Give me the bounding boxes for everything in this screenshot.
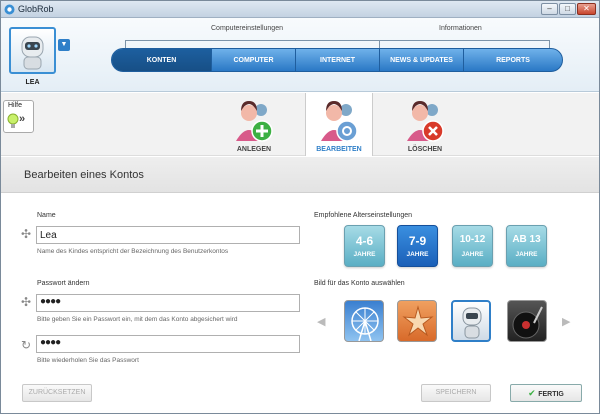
checkmark-icon: ✔ bbox=[528, 388, 539, 398]
picture-option[interactable] bbox=[397, 300, 437, 342]
refresh-icon: ↻ bbox=[21, 338, 32, 352]
prev-picture-button[interactable]: ◀ bbox=[317, 315, 325, 328]
done-button[interactable]: ✔ FERTIG bbox=[510, 384, 582, 402]
close-button[interactable]: ✕ bbox=[577, 3, 596, 15]
age-unit: JAHRE bbox=[461, 251, 484, 258]
title-bar[interactable]: GlobRob – □ ✕ bbox=[1, 1, 599, 18]
action-toolbar: Hilfe » ANLEGEN BEARBEITEN LÖSCHEN bbox=[1, 93, 599, 156]
password-hint: Bitte geben Sie ein Passwort ein, mit de… bbox=[37, 316, 238, 323]
bearbeiten-button[interactable]: BEARBEITEN bbox=[305, 93, 373, 156]
minimize-button[interactable]: – bbox=[541, 3, 558, 15]
lightbulb-icon bbox=[7, 113, 19, 128]
password-label: Passwort ändern bbox=[37, 280, 90, 287]
user-add-icon bbox=[236, 101, 273, 142]
expand-arrow-icon: » bbox=[19, 113, 26, 125]
avatar[interactable] bbox=[9, 27, 56, 74]
tab-internet[interactable]: INTERNET bbox=[296, 49, 380, 71]
age-option-4-6[interactable]: 4-6 JAHRE bbox=[344, 225, 385, 267]
age-range: 7-9 bbox=[408, 234, 427, 248]
section-header: Bearbeiten eines Kontos bbox=[1, 157, 599, 193]
name-label: Name bbox=[37, 212, 56, 219]
move-icon: ✣ bbox=[21, 227, 32, 241]
turntable-icon bbox=[512, 306, 543, 339]
picture-option[interactable] bbox=[507, 300, 547, 342]
robot-avatar-icon bbox=[21, 36, 44, 70]
loeschen-button[interactable]: LÖSCHEN bbox=[389, 97, 461, 156]
window-title: GlobRob bbox=[18, 4, 54, 14]
age-option-ab-13[interactable]: AB 13 JAHRE bbox=[506, 225, 547, 267]
starfish-icon bbox=[402, 305, 434, 337]
password-input[interactable]: ●●●● bbox=[36, 294, 300, 312]
tab-konten[interactable]: KONTEN bbox=[112, 49, 212, 71]
age-range: AB 13 bbox=[512, 234, 541, 245]
age-range: 4-6 bbox=[355, 234, 374, 248]
ferris-wheel-icon bbox=[351, 307, 379, 341]
nav-group-label: Computereinstellungen bbox=[211, 25, 283, 32]
name-input[interactable] bbox=[36, 226, 300, 244]
help-button[interactable]: Hilfe » bbox=[3, 100, 34, 133]
user-name: LEA bbox=[25, 79, 40, 86]
password-repeat-input[interactable]: ●●●● bbox=[36, 335, 300, 353]
anlegen-label: ANLEGEN bbox=[236, 146, 272, 153]
app-logo-icon bbox=[4, 4, 15, 15]
age-unit: JAHRE bbox=[406, 251, 429, 258]
tab-news-updates[interactable]: NEWS & UPDATES bbox=[380, 49, 464, 71]
nav-group-divider bbox=[125, 40, 549, 41]
bearbeiten-label: BEARBEITEN bbox=[316, 146, 362, 153]
next-picture-button[interactable]: ▶ bbox=[562, 315, 570, 328]
picture-option[interactable] bbox=[344, 300, 384, 342]
picture-option-selected[interactable] bbox=[451, 300, 491, 342]
tab-computer[interactable]: COMPUTER bbox=[212, 49, 296, 71]
tab-reports[interactable]: REPORTS bbox=[464, 49, 562, 71]
app-window: GlobRob – □ ✕ ▼ LEA Computereinstellunge… bbox=[0, 0, 600, 414]
user-delete-icon bbox=[407, 101, 444, 142]
nav-group-label: Informationen bbox=[439, 25, 482, 32]
age-settings-label: Empfohlene Alterseinstellungen bbox=[314, 212, 413, 219]
age-option-10-12[interactable]: 10-12 JAHRE bbox=[452, 225, 493, 267]
age-unit: JAHRE bbox=[353, 251, 376, 258]
section-title: Bearbeiten eines Kontos bbox=[24, 169, 144, 181]
main-nav: KONTEN COMPUTER INTERNET NEWS & UPDATES … bbox=[111, 48, 563, 72]
avatar-dropdown-button[interactable]: ▼ bbox=[58, 39, 70, 51]
picture-select-label: Bild für das Konto auswählen bbox=[314, 280, 405, 287]
header: ▼ LEA Computereinstellungen Informatione… bbox=[1, 18, 599, 92]
user-edit-icon bbox=[321, 101, 358, 142]
anlegen-button[interactable]: ANLEGEN bbox=[213, 97, 295, 156]
done-label: FERTIG bbox=[538, 391, 564, 398]
age-range: 10-12 bbox=[459, 234, 486, 245]
move-icon: ✣ bbox=[21, 295, 32, 309]
robot-icon bbox=[462, 307, 482, 339]
help-label: Hilfe bbox=[8, 102, 23, 109]
age-option-7-9[interactable]: 7-9 JAHRE bbox=[397, 225, 438, 267]
save-button[interactable]: SPEICHERN bbox=[421, 384, 491, 402]
loeschen-label: LÖSCHEN bbox=[407, 146, 443, 153]
age-unit: JAHRE bbox=[515, 251, 538, 258]
password-repeat-hint: Bitte wiederholen Sie das Passwort bbox=[37, 357, 139, 364]
reset-button[interactable]: ZURÜCKSETZEN bbox=[22, 384, 92, 402]
name-hint: Name des Kindes entspricht der Bezeichnu… bbox=[37, 248, 229, 255]
maximize-button[interactable]: □ bbox=[559, 3, 576, 15]
